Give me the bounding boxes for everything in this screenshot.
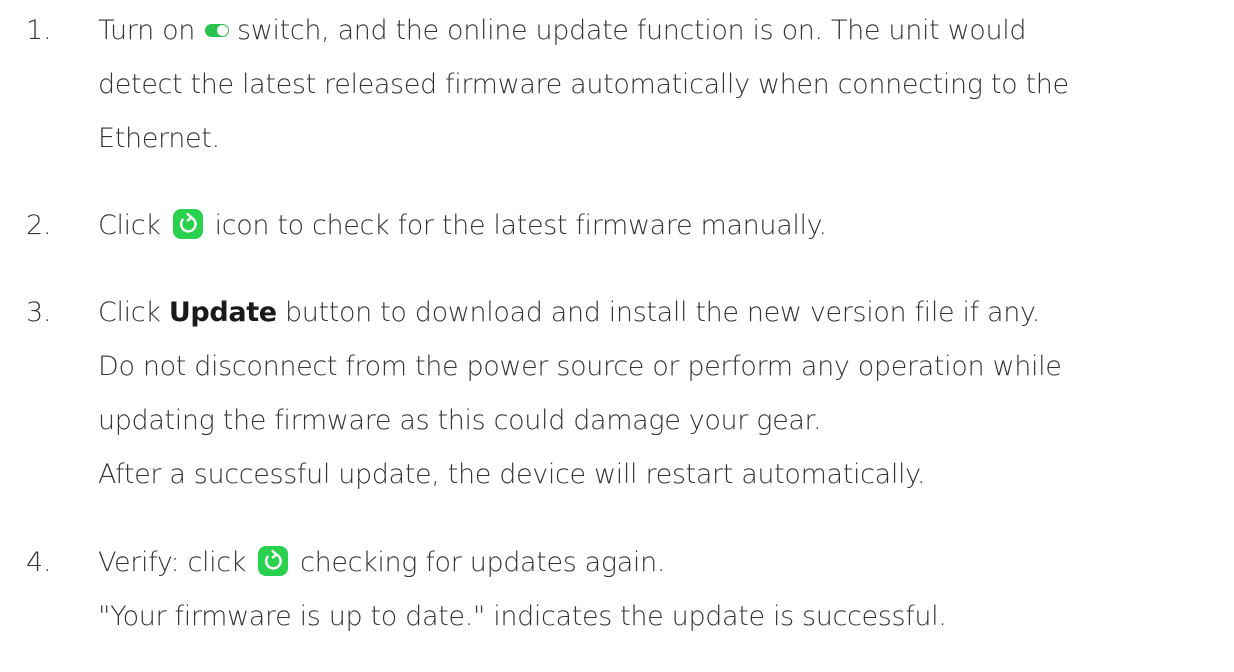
step-line: "Your firmware is up to date." indicates… (98, 601, 947, 632)
step-number: 2. (26, 210, 52, 241)
step-line: Click icon to check for the latest firmwa… (98, 199, 1218, 253)
step-text: Turn on (98, 15, 196, 46)
step-text: button to download and install the new v… (284, 297, 1040, 328)
step-text: switch, and the online update function i… (237, 15, 1027, 46)
step-line: Click Update button to download and inst… (98, 286, 1218, 340)
step-line: detect the latest released firmware auto… (98, 69, 1069, 100)
toggle-knob (217, 24, 229, 36)
refresh-icon-glyph (265, 549, 282, 569)
step-text: Click (98, 210, 161, 241)
step-line: Verify: click checking for updates again. (98, 536, 1218, 590)
step-line: updating the firmware as this could dama… (98, 405, 822, 436)
step-body: Turn on switch, and the online update fun… (98, 4, 1218, 166)
step-number: 1. (26, 15, 52, 46)
step-body: Click Update button to download and inst… (98, 286, 1218, 502)
step-line: Turn on switch, and the online update fun… (98, 4, 1218, 58)
toggle-switch-on-icon (205, 23, 230, 37)
refresh-icon (258, 545, 289, 576)
step-text: Click (98, 297, 161, 328)
step-body: Verify: click checking for updates again.… (98, 536, 1218, 644)
step-text: icon to check for the latest firmware ma… (214, 210, 827, 241)
step-text: checking for updates again. (300, 547, 666, 578)
update-button-label: Update (168, 297, 277, 328)
step-line: Ethernet. (98, 123, 220, 154)
step-number: 4. (26, 547, 52, 578)
step-text: Verify: click (98, 547, 247, 578)
step-body: Click icon to check for the latest firmwa… (98, 199, 1218, 253)
step-line: After a successful update, the device wi… (98, 459, 926, 490)
step-line: Do not disconnect from the power source … (98, 351, 1062, 382)
step-number: 3. (26, 297, 52, 328)
refresh-icon (172, 208, 203, 239)
refresh-icon-glyph (179, 212, 197, 232)
instruction-list: 1. Turn on switch, and the online update … (0, 0, 1234, 672)
